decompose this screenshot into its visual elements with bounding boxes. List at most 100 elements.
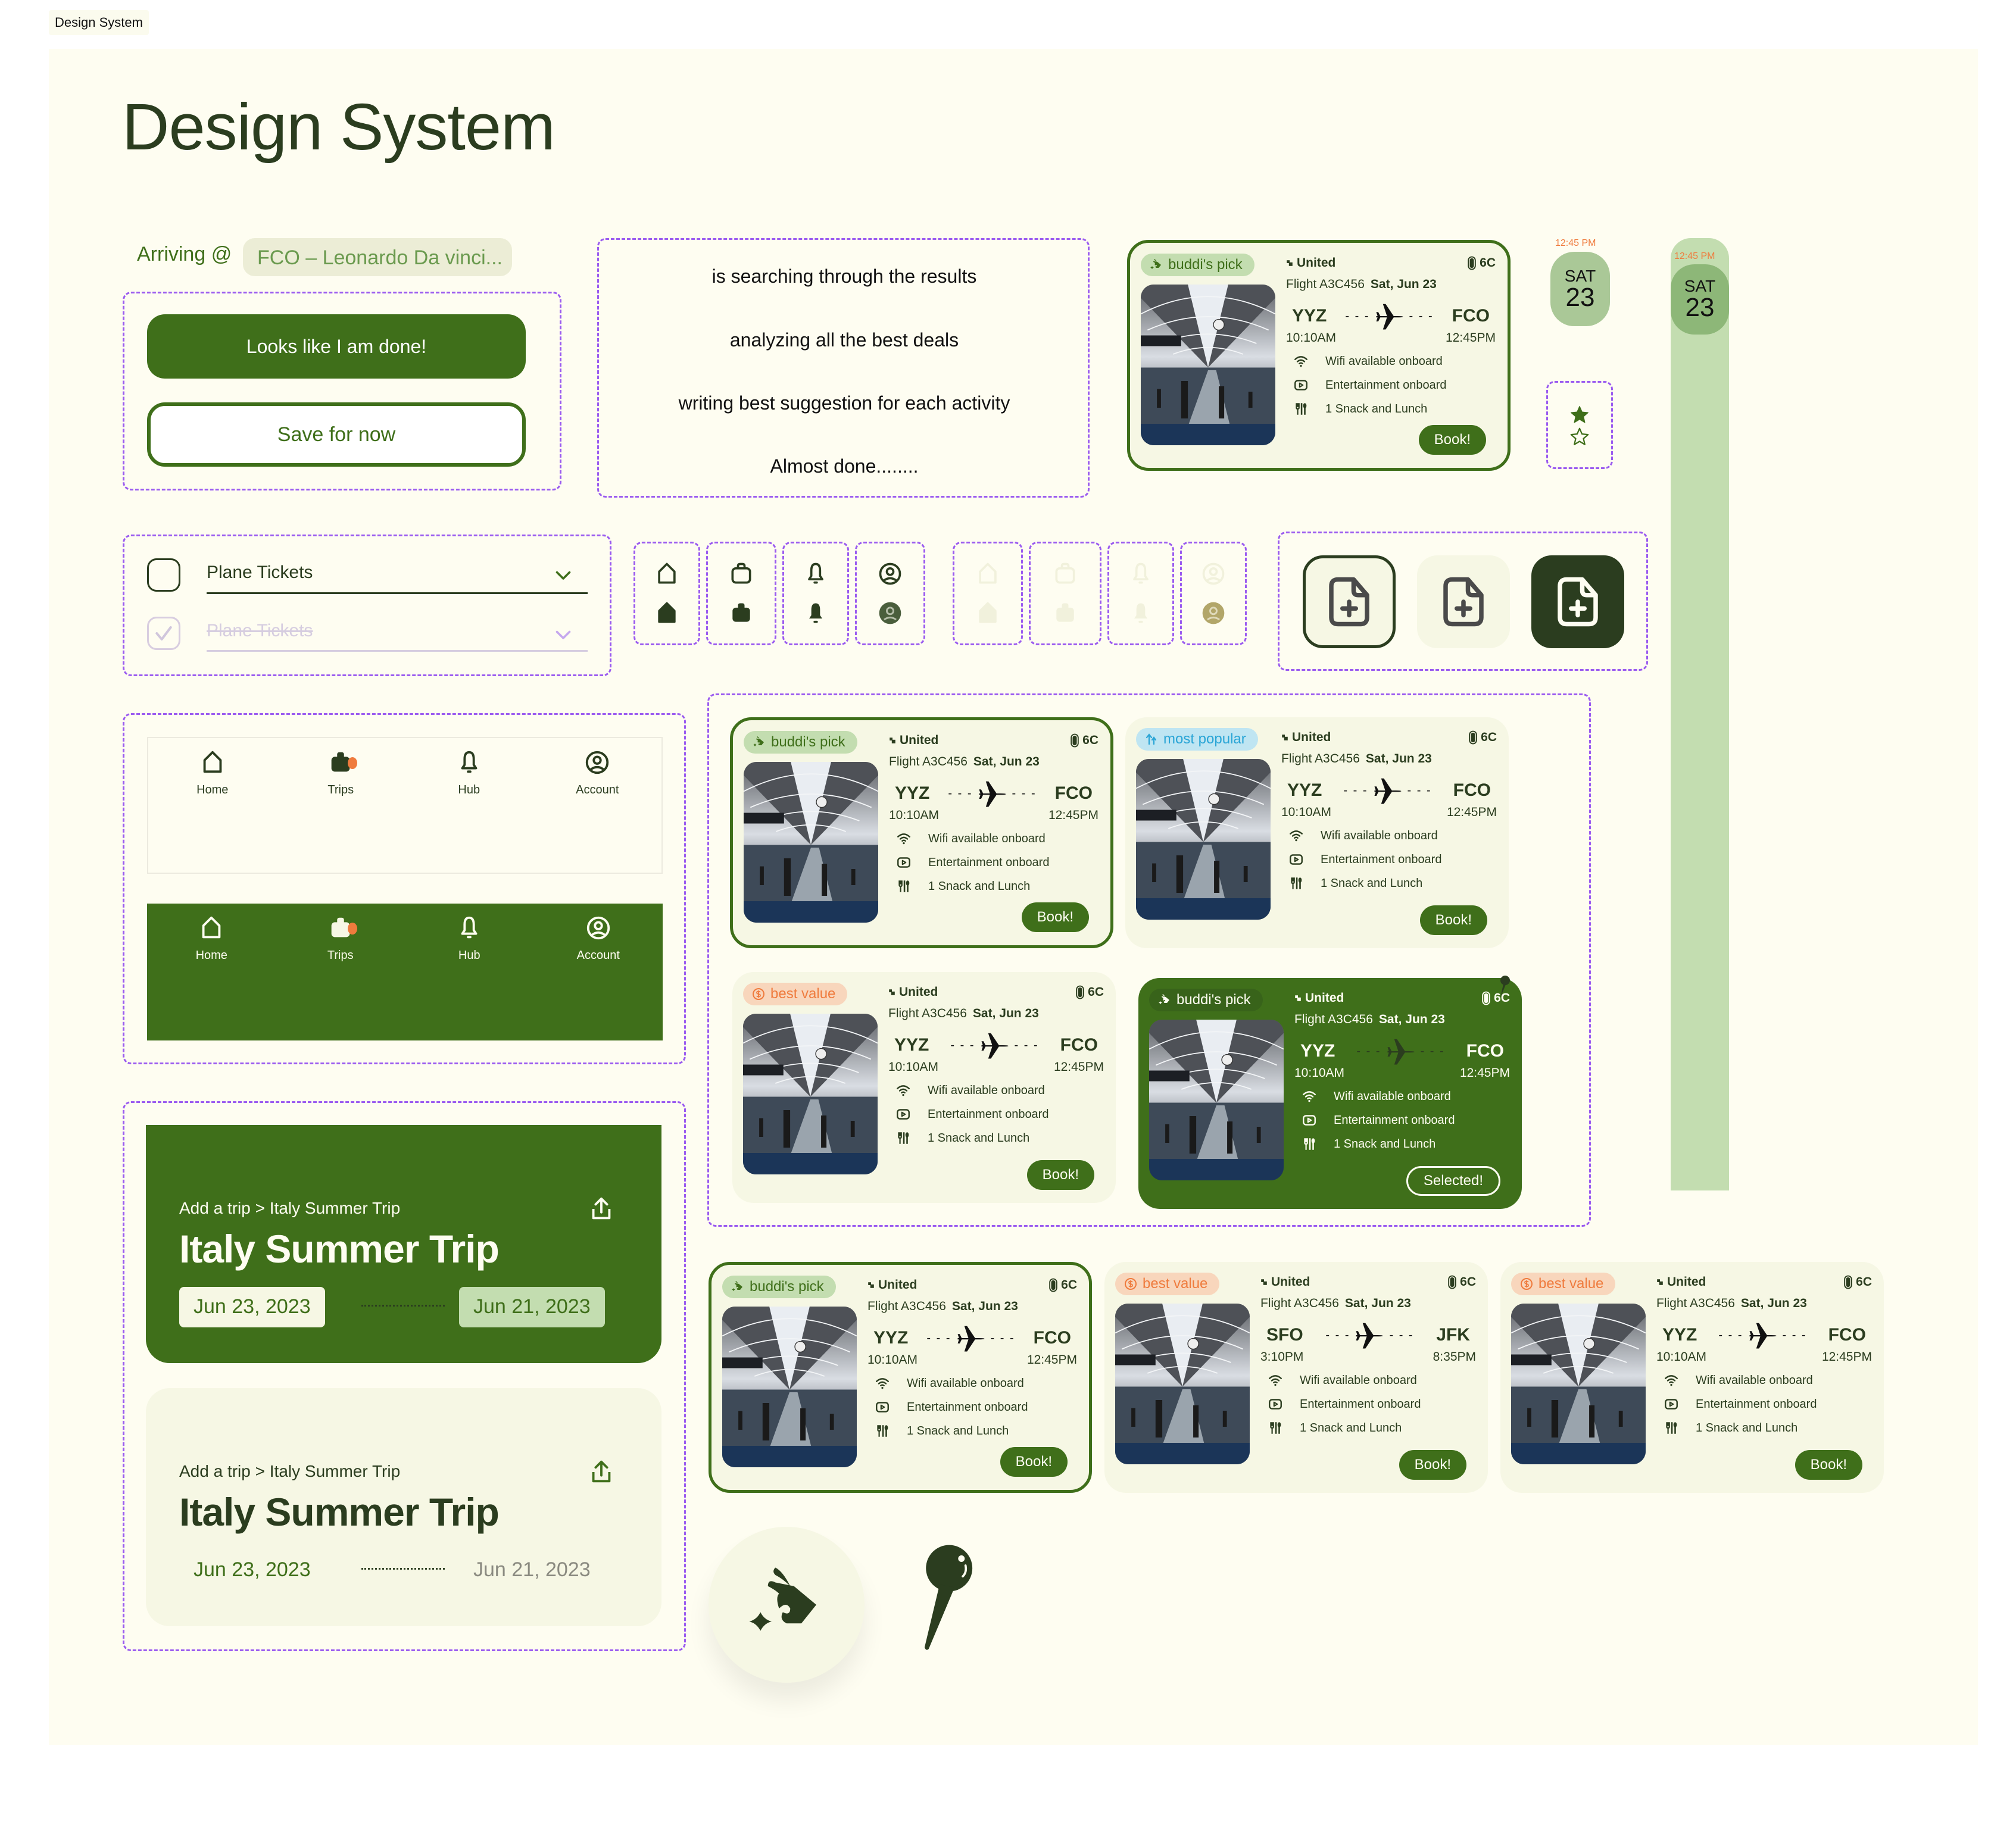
wifi-icon	[896, 831, 912, 846]
flight-card[interactable]: most popular United 6C Flight A3C456 Sat,…	[1125, 717, 1509, 948]
utensils-icon	[895, 1130, 911, 1146]
book-button[interactable]: Book!	[1021, 902, 1089, 932]
united-logo-icon	[1656, 1279, 1664, 1286]
flight-badge: buddi's pick	[722, 1276, 836, 1298]
origin-code: YYZ	[1662, 1325, 1697, 1345]
destination-code: FCO	[1828, 1325, 1866, 1345]
notification-badge	[348, 757, 358, 769]
add-file-button-filled[interactable]	[1531, 555, 1624, 648]
share-icon[interactable]	[588, 1195, 615, 1223]
breadcrumb[interactable]: Add a trip > Italy Summer Trip	[179, 1199, 400, 1218]
star-empty-icon[interactable]	[1569, 427, 1590, 447]
flight-number-date: Flight A3C456 Sat, Jun 23	[1281, 752, 1497, 766]
save-for-now-button[interactable]: Save for now	[147, 402, 526, 467]
date-range-connector	[361, 1568, 445, 1570]
plane-icon	[1747, 1319, 1779, 1351]
home-filled-icon	[654, 600, 680, 626]
arriving-airport-field[interactable]: FCO – Leonardo Da vinci...	[243, 238, 512, 276]
play-icon	[1664, 1396, 1679, 1412]
book-button[interactable]: Book!	[1419, 905, 1487, 935]
star-filled-icon[interactable]	[1569, 405, 1590, 425]
book-button[interactable]: Book!	[1000, 1447, 1068, 1477]
flight-badge-label: buddi's pick	[750, 1279, 824, 1295]
dollar-icon	[1124, 1277, 1138, 1291]
done-button[interactable]: Looks like I am done!	[147, 314, 526, 379]
nav-item-home[interactable]: Home	[159, 749, 266, 873]
amenity-wifi: Wifi available onboard	[1656, 1373, 1872, 1388]
flight-card[interactable]: best value United 6C Flight A3C456 Sat, J…	[732, 972, 1116, 1203]
icon-cell-trips-disabled	[1029, 542, 1101, 645]
airline-name: United	[1271, 1275, 1310, 1289]
arrival-time: 12:45PM	[1445, 331, 1496, 345]
account-icon	[877, 561, 903, 587]
book-button[interactable]: Book!	[1795, 1450, 1862, 1480]
nav-item-hub[interactable]: Hub	[416, 914, 523, 1040]
add-file-button-ghost[interactable]	[1417, 555, 1510, 648]
seat: 6C	[1076, 985, 1104, 999]
buddi-logo-icon	[1149, 258, 1163, 272]
play-icon	[1293, 377, 1309, 393]
breadcrumb[interactable]: Add a trip > Italy Summer Trip	[179, 1462, 400, 1481]
checkbox-unchecked[interactable]	[147, 558, 180, 592]
flight-card[interactable]: buddi's pick United 6C Flight A3C456 Sat,…	[730, 717, 1113, 948]
nav-item-trips[interactable]: Trips	[287, 914, 394, 1040]
bell-filled-icon	[1128, 600, 1154, 626]
book-button[interactable]: Book!	[1026, 1160, 1094, 1190]
amenity-label: 1 Snack and Lunch	[928, 879, 1031, 893]
amenity-entertainment: Entertainment onboard	[888, 1107, 1104, 1122]
flight-card-selected[interactable]: buddi's pick United 6C Flight A3C456 Sat,…	[1138, 978, 1522, 1209]
amenity-wifi: Wifi available onboard	[1294, 1089, 1510, 1104]
flight-card[interactable]: best value United 6C Flight A3C456 Sat, J…	[1104, 1262, 1488, 1493]
nav-item-home[interactable]: Home	[158, 914, 265, 1040]
selected-button[interactable]: Selected!	[1406, 1166, 1500, 1196]
share-icon[interactable]	[588, 1458, 615, 1486]
nav-item-account[interactable]: Account	[545, 914, 652, 1040]
dropdown-label: Plane Tickets	[207, 562, 313, 582]
icon-cell-hub	[782, 542, 849, 645]
united-logo-icon	[888, 989, 895, 996]
checkbox-checked-disabled[interactable]	[147, 617, 180, 650]
flight-number-date: Flight A3C456 Sat, Jun 23	[1656, 1296, 1872, 1311]
trip-end-date[interactable]: Jun 21, 2023	[459, 1550, 605, 1590]
wifi-icon	[1288, 828, 1304, 843]
home-icon	[198, 914, 225, 942]
flight-info: United 6C Flight A3C456 Sat, Jun 23 YYZ -…	[889, 733, 1098, 894]
trip-title: Italy Summer Trip	[179, 1490, 500, 1534]
flight-card[interactable]: buddi's pick United 6C Flight A3C456 Sat,…	[1127, 240, 1511, 471]
flight-photo	[722, 1307, 857, 1467]
flight-card[interactable]: best value United 6C Flight A3C456 Sat, J…	[1500, 1262, 1884, 1493]
amenity-label: 1 Snack and Lunch	[907, 1424, 1009, 1438]
trip-start-date[interactable]: Jun 23, 2023	[179, 1550, 325, 1590]
airline: United	[889, 733, 1098, 748]
origin-code: YYZ	[873, 1328, 909, 1348]
bell-filled-icon	[803, 600, 829, 626]
trip-end-date[interactable]: Jun 21, 2023	[459, 1287, 605, 1327]
flight-info: United 6C Flight A3C456 Sat, Jun 23 YYZ -…	[1286, 256, 1496, 417]
nav-item-hub[interactable]: Hub	[416, 749, 523, 873]
nav-item-account[interactable]: Account	[544, 749, 651, 873]
account-filled-icon	[877, 600, 903, 626]
amenity-meal: 1 Snack and Lunch	[1294, 1136, 1510, 1152]
date-chip[interactable]: SAT 23	[1550, 252, 1610, 326]
date-rail-chip-selected[interactable]: SAT 23	[1671, 264, 1729, 335]
seat-number: 6C	[1481, 730, 1497, 744]
united-logo-icon	[1281, 734, 1288, 741]
seat-number: 6C	[1460, 1275, 1476, 1289]
flight-card[interactable]: buddi's pick United 6C Flight A3C456 Sat,…	[709, 1262, 1092, 1493]
airline: United	[1286, 256, 1496, 270]
chevron-down-icon[interactable]	[553, 624, 574, 645]
book-button[interactable]: Book!	[1399, 1450, 1466, 1480]
book-button[interactable]: Book!	[1418, 425, 1486, 455]
flight-photo	[744, 762, 878, 923]
flight-badge: most popular	[1136, 728, 1258, 751]
trip-start-date[interactable]: Jun 23, 2023	[179, 1287, 325, 1327]
amenity-wifi: Wifi available onboard	[867, 1376, 1077, 1391]
buddi-logo-icon	[1157, 993, 1172, 1007]
chevron-down-icon[interactable]	[553, 564, 574, 586]
nav-item-trips[interactable]: Trips	[287, 749, 394, 873]
united-logo-icon	[1260, 1279, 1268, 1286]
seat: 6C	[1469, 730, 1497, 745]
add-file-button-outlined[interactable]	[1303, 555, 1396, 648]
buddi-logo-button[interactable]	[709, 1527, 865, 1683]
seat-icon	[1468, 256, 1476, 270]
